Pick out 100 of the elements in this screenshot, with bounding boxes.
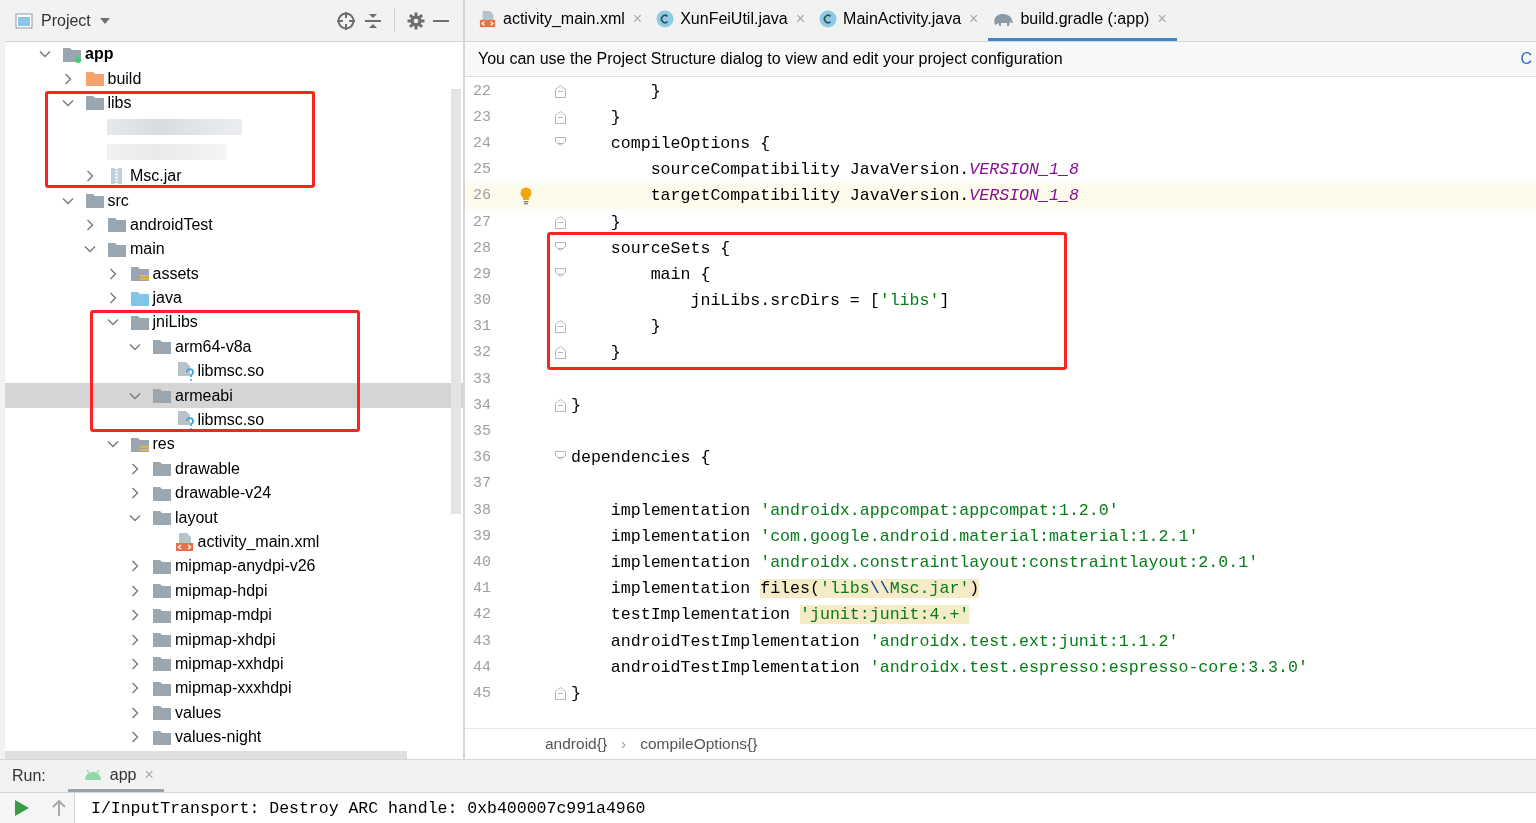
folder-icon	[152, 631, 172, 649]
chevron-right-icon[interactable]	[129, 462, 141, 475]
line-number: 45	[472, 684, 492, 702]
breadcrumb[interactable]: compileOptions{}	[640, 735, 758, 754]
up-arrow-icon[interactable]	[52, 800, 66, 817]
code-line: dependencies {	[571, 448, 711, 468]
code-line: }	[571, 683, 581, 703]
code-line: androidTestImplementation 'androidx.test.ext:junit:1.1.2'	[609, 631, 1179, 651]
code-line: sourceSets {	[609, 238, 731, 258]
breadcrumb[interactable]: android{}	[545, 735, 608, 754]
tree-item[interactable]: values-night	[152, 728, 262, 747]
tree-item[interactable]: app	[62, 45, 114, 64]
tree-item[interactable]: values	[152, 703, 222, 722]
chevron-right-icon[interactable]	[129, 487, 141, 500]
line-number: 32	[472, 344, 492, 362]
settings-icon[interactable]	[407, 11, 425, 30]
tree-item[interactable]: res	[129, 435, 175, 454]
tree-item[interactable]: libs	[84, 93, 132, 112]
editor-tab[interactable]: activity_main.xml ×	[475, 0, 653, 41]
tree-item[interactable]: libmsc.so	[174, 361, 265, 382]
android-icon	[83, 768, 102, 781]
fold-end-icon[interactable]	[554, 215, 566, 229]
run-label: Run:	[11, 767, 47, 786]
chevron-right-icon[interactable]	[129, 560, 141, 573]
elephant-icon	[992, 11, 1015, 27]
code-line: testImplementation 'junit:junit:4.+'	[609, 605, 970, 625]
code-line: implementation 'com.google.android.material:material:1.2.1'	[609, 526, 1199, 546]
folder-icon	[129, 435, 150, 453]
tree-item[interactable]: main	[107, 240, 165, 259]
line-number: 33	[472, 370, 492, 388]
tree-item[interactable]: mipmap-xhdpi	[152, 630, 276, 649]
line-number: 30	[472, 292, 492, 310]
line-number: 40	[472, 553, 492, 571]
tree-item[interactable]: assets	[129, 264, 199, 283]
editor-tab[interactable]: XunFeiUtil.java ×	[652, 0, 816, 41]
dropdown-caret-icon[interactable]	[98, 16, 111, 25]
chevron-right-icon[interactable]	[129, 657, 141, 670]
line-number: 23	[472, 108, 492, 126]
tree-item[interactable]: drawable	[152, 459, 240, 478]
line-number: 36	[472, 449, 492, 467]
fold-end-icon[interactable]	[554, 84, 566, 98]
code-line: }	[609, 107, 621, 127]
code-line: implementation files('libs\\Msc.jar')	[609, 579, 980, 599]
folder-icon	[152, 582, 172, 600]
collapse-all-icon[interactable]	[364, 11, 382, 30]
line-number: 28	[472, 239, 492, 257]
chevron-right-icon[interactable]	[84, 218, 96, 231]
code-line: }	[649, 317, 661, 337]
chevron-right-icon[interactable]	[129, 706, 141, 719]
tree-item[interactable]: drawable-v24	[152, 484, 272, 503]
fold-end-icon[interactable]	[554, 346, 566, 360]
run-icon[interactable]	[14, 799, 30, 818]
tree-item[interactable]: mipmap-xxxhdpi	[152, 679, 292, 698]
tree-item[interactable]: mipmap-anydpi-v26	[152, 557, 316, 576]
tree-item[interactable]: arm64-v8a	[152, 337, 252, 356]
tree-item[interactable]: layout	[152, 508, 218, 527]
tree-item[interactable]: java	[129, 289, 182, 308]
tree-item[interactable]: mipmap-hdpi	[152, 581, 268, 600]
fold-end-icon[interactable]	[554, 320, 566, 334]
run-tab[interactable]: app ×	[67, 760, 164, 793]
folder-icon	[152, 606, 172, 624]
class-icon	[819, 10, 838, 28]
chevron-right-icon[interactable]	[84, 170, 96, 183]
folder-icon	[107, 240, 127, 258]
scrollbar[interactable]	[451, 89, 461, 514]
line-number: 24	[472, 134, 492, 152]
tree-item[interactable]: Msc.jar	[107, 167, 182, 186]
editor-tab[interactable]: MainActivity.java ×	[815, 0, 989, 41]
module-folder-icon	[62, 45, 82, 63]
locate-icon[interactable]	[336, 10, 356, 31]
code-line: compileOptions {	[609, 133, 771, 153]
folder-icon	[152, 387, 172, 405]
fold-end-icon[interactable]	[554, 110, 566, 124]
fold-end-icon[interactable]	[554, 398, 566, 412]
chevron-right-icon[interactable]	[129, 682, 141, 695]
chevron-right-icon[interactable]	[129, 609, 141, 622]
folder-icon	[152, 484, 172, 502]
code-line: implementation 'androidx.appcompat:appcompat:1.2.0'	[609, 500, 1119, 520]
scrollbar[interactable]	[5, 751, 407, 759]
tree-item[interactable]: androidTest	[107, 215, 213, 234]
tree-item[interactable]: src	[84, 191, 129, 210]
line-number: 31	[472, 318, 492, 336]
tree-item[interactable]: jniLibs	[129, 313, 198, 332]
notification-link[interactable]: C	[1520, 50, 1532, 68]
chevron-right-icon[interactable]	[129, 633, 141, 646]
line-number: 37	[472, 475, 492, 493]
tree-item[interactable]: build	[84, 69, 142, 88]
chevron-right-icon[interactable]	[129, 731, 141, 744]
breadcrumb-separator: ›	[621, 735, 627, 754]
tree-item[interactable]: libmsc.so	[174, 410, 265, 431]
panel-title[interactable]: Project	[41, 11, 91, 30]
chevron-right-icon[interactable]	[129, 584, 141, 597]
tree-item[interactable]: activity_main.xml	[174, 532, 320, 552]
tree-item[interactable]: mipmap-xxhdpi	[152, 654, 284, 673]
tree-item[interactable]: mipmap-mdpi	[152, 606, 272, 625]
lightbulb-icon[interactable]	[520, 186, 532, 205]
tree-item[interactable]: armeabi	[152, 386, 233, 405]
fold-end-icon[interactable]	[554, 686, 566, 700]
line-number: 34	[472, 396, 492, 414]
folder-icon	[129, 314, 150, 331]
